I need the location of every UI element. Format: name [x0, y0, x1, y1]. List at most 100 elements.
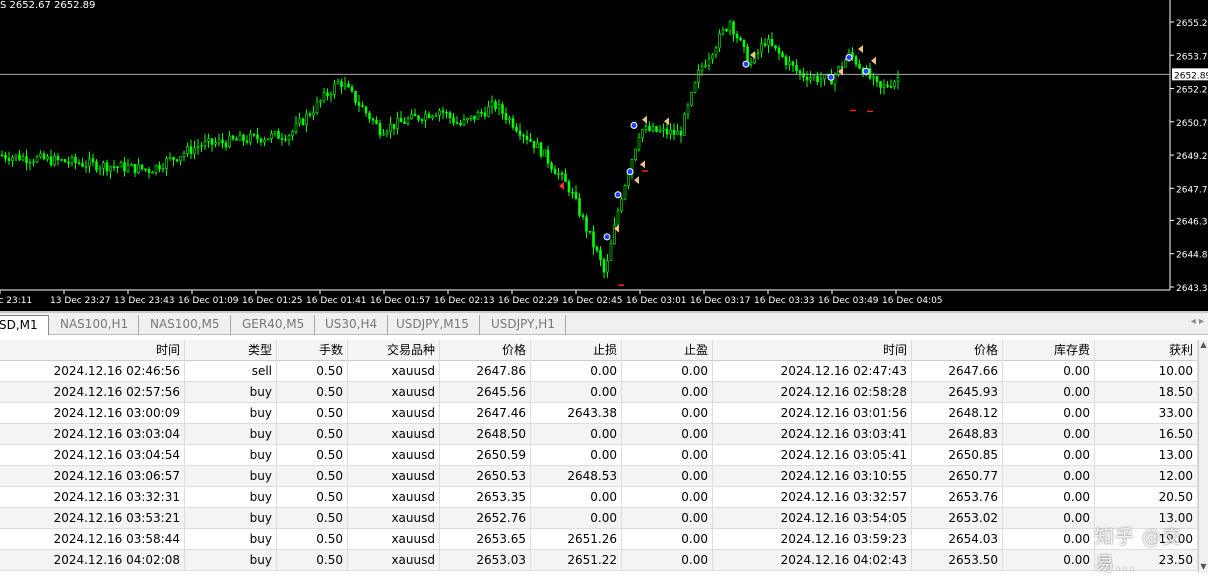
cell-lots: 0.50 — [277, 382, 348, 403]
tab-nas100-h1[interactable]: NAS100,H1 — [50, 315, 140, 335]
table-row[interactable]: 2024.12.16 03:04:54 buy 0.50 xauusd 2650.59 0… — [0, 445, 1198, 466]
cell-close-price: 2645.93 — [912, 382, 1003, 403]
time-label: 16 Dec 04:05 — [882, 296, 943, 306]
cell-swap: 0.00 — [1003, 445, 1095, 466]
cell-take-profit: 0.00 — [622, 403, 713, 424]
candle-body — [165, 158, 168, 169]
table-row[interactable]: 2024.12.16 02:57:56 buy 0.50 xauusd 2645.56 0… — [0, 382, 1198, 403]
candle-body — [595, 246, 599, 251]
cell-take-profit: 0.00 — [622, 529, 713, 550]
candle-body — [126, 165, 130, 172]
sell-entry-marker — [559, 181, 564, 190]
candle-body — [287, 135, 291, 141]
candle-body — [641, 129, 644, 138]
tab-us30-h4[interactable]: US30,H4 — [315, 315, 389, 335]
candle-body — [774, 45, 777, 49]
candle-body — [312, 112, 315, 116]
table-row[interactable]: 2024.12.16 03:32:31 buy 0.50 xauusd 2653.35 0… — [0, 487, 1198, 508]
candle-body — [168, 157, 172, 160]
table-row[interactable]: 2024.12.16 03:53:21 buy 0.50 xauusd 2652.76 0… — [0, 508, 1198, 529]
column-header-symbol[interactable]: 交易品种 — [348, 340, 440, 361]
candle-body — [263, 139, 266, 143]
candle-body — [823, 74, 826, 80]
candle-body — [200, 145, 203, 148]
candle-body — [161, 168, 165, 170]
cell-close-price: 2653.02 — [912, 508, 1003, 529]
candle-body — [882, 84, 886, 88]
tab-usdjpy-h1[interactable]: USDJPY,H1 — [481, 315, 566, 335]
tab-ger40-m5[interactable]: GER40,M5 — [232, 315, 316, 335]
cell-swap: 0.00 — [1003, 403, 1095, 424]
candle-body — [214, 142, 217, 145]
candle-body — [683, 113, 686, 136]
candle-body — [693, 82, 697, 93]
candle-body — [322, 92, 326, 101]
candle-body — [252, 134, 256, 136]
candle-body — [756, 51, 760, 54]
tab-usdjpy-m15[interactable]: USDJPY,M15 — [386, 315, 480, 335]
column-header-type[interactable]: 类型 — [185, 340, 277, 361]
candle-body — [91, 158, 95, 162]
candle-body — [721, 29, 725, 34]
candle-body — [627, 173, 630, 186]
candle-body — [655, 126, 658, 132]
table-row[interactable]: 2024.12.16 03:58:44 buy 0.50 xauusd 2653.65 2… — [0, 529, 1198, 550]
candle-body — [459, 122, 462, 126]
cell-profit: 16.50 — [1095, 424, 1198, 445]
buy-entry-marker — [603, 233, 611, 241]
candle-body — [651, 126, 655, 131]
candle-body — [634, 148, 637, 161]
candle-body — [7, 158, 11, 161]
cell-close-price: 2654.03 — [912, 529, 1003, 550]
column-header-profit[interactable]: 获利 — [1095, 340, 1198, 361]
cell-open-price: 2653.65 — [440, 529, 531, 550]
candle-body — [42, 153, 46, 160]
candle-body — [231, 135, 235, 140]
price-chart[interactable]: 2655.25 2653.75 2652.25 2650.75 2649.25 2647.… — [0, 0, 1208, 311]
candle-body — [245, 140, 249, 143]
table-row[interactable]: 2024.12.16 03:03:04 buy 0.50 xauusd 2648.50 0… — [0, 424, 1198, 445]
candle-body — [662, 128, 665, 131]
column-header-swap[interactable]: 库存费 — [1003, 340, 1095, 361]
column-header-take-profit[interactable]: 止盈 — [622, 340, 713, 361]
cell-stop-loss: 2648.53 — [531, 466, 622, 487]
cell-lots: 0.50 — [277, 361, 348, 382]
candle-body — [123, 162, 126, 172]
tab-nas100-m5[interactable]: NAS100,M5 — [140, 315, 231, 335]
table-row[interactable]: 2024.12.16 02:46:56 sell 0.50 xauusd 2647.86… — [0, 361, 1198, 382]
candle-body — [172, 157, 175, 160]
candle-body — [879, 81, 882, 88]
time-label: 16 Dec 01:57 — [370, 296, 431, 306]
candle-body — [455, 122, 459, 125]
cell-swap: 0.00 — [1003, 487, 1095, 508]
tab-xauusd-m1[interactable]: SD,M1 — [0, 315, 49, 335]
column-header-lots[interactable]: 手数 — [277, 340, 348, 361]
cell-open-time: 2024.12.16 03:00:09 — [0, 403, 185, 424]
candle-body — [886, 84, 889, 87]
exit-marker — [858, 45, 863, 54]
table-row[interactable]: 2024.12.16 03:06:57 buy 0.50 xauusd 2650.53 2… — [0, 466, 1198, 487]
candle-body — [893, 81, 896, 88]
column-header-close-price[interactable]: 价格 — [912, 340, 1003, 361]
column-header-open-time[interactable]: 时间 — [0, 340, 185, 361]
table-row[interactable]: 2024.12.16 03:00:09 buy 0.50 xauusd 2647.46 2… — [0, 403, 1198, 424]
candle-body — [67, 161, 70, 164]
candle-body — [588, 230, 592, 233]
candle-body — [84, 165, 88, 168]
column-header-stop-loss[interactable]: 止损 — [531, 340, 622, 361]
cell-open-price: 2650.59 — [440, 445, 531, 466]
column-header-open-price[interactable]: 价格 — [440, 340, 531, 361]
column-header-close-time[interactable]: 时间 — [713, 340, 912, 361]
cell-take-profit: 0.00 — [622, 361, 713, 382]
cell-profit: 13.00 — [1095, 445, 1198, 466]
candle-body — [476, 112, 480, 120]
buy-entry-marker — [614, 191, 622, 199]
candle-body — [280, 138, 284, 140]
candle-body — [291, 131, 294, 137]
buy-entry-marker — [626, 168, 634, 176]
cell-lots: 0.50 — [277, 403, 348, 424]
table-row[interactable]: 2024.12.16 04:02:08 buy 0.50 xauusd 2653.03 2… — [0, 550, 1198, 571]
candle-body — [770, 39, 774, 46]
tab-scroll-arrows[interactable]: ◂ ▸ — [1191, 316, 1204, 327]
price-label: 2646.30 — [1176, 217, 1208, 227]
